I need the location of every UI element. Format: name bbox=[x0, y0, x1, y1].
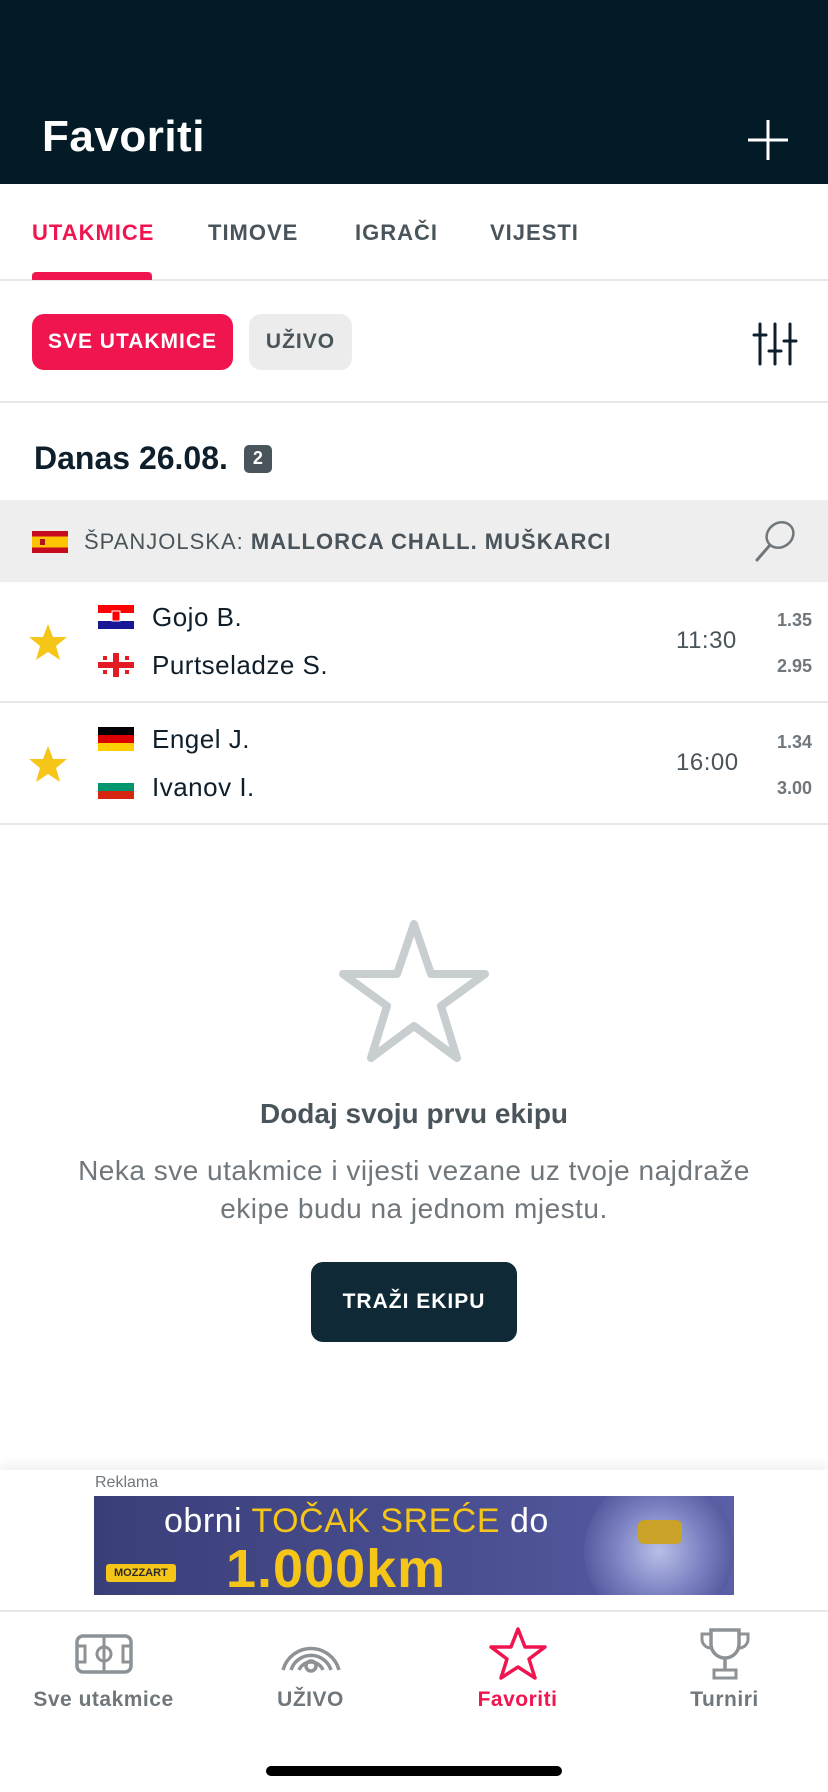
match-row[interactable]: Gojo B. Purtseladze S. 11:30 1.35 2.95 bbox=[0, 582, 828, 703]
georgia-flag-icon bbox=[98, 653, 134, 677]
match-time: 16:00 bbox=[676, 749, 739, 776]
germany-flag-icon bbox=[98, 727, 134, 751]
plus-icon[interactable] bbox=[746, 118, 790, 162]
field-icon bbox=[74, 1634, 133, 1674]
ad-banner[interactable]: obrni TOČAK SREĆE do 1.000km MOZZART bbox=[94, 1496, 734, 1595]
star-filled-icon[interactable] bbox=[28, 622, 68, 662]
nav-label: UŽIVO bbox=[277, 1688, 344, 1711]
tab-timove[interactable]: TIMOVE bbox=[208, 220, 298, 246]
croatia-flag-icon bbox=[98, 605, 134, 629]
away-odd[interactable]: 3.00 bbox=[777, 778, 812, 799]
tab-igraci[interactable]: IGRAČI bbox=[355, 220, 438, 246]
match-row[interactable]: Engel J. Ivanov I. 16:00 1.34 3.00 bbox=[0, 704, 828, 825]
spain-flag-icon bbox=[32, 531, 68, 553]
league-header[interactable]: ŠPANJOLSKA: MALLORCA CHALL. MUŠKARCI bbox=[0, 500, 828, 582]
bottom-navigation: Sve utakmice UŽIVO Favoriti Turniri bbox=[0, 1610, 828, 1792]
trophy-icon bbox=[700, 1628, 749, 1680]
ad-logo: MOZZART bbox=[106, 1564, 176, 1582]
league-name: ŠPANJOLSKA: MALLORCA CHALL. MUŠKARCI bbox=[84, 529, 612, 554]
star-outline-icon bbox=[339, 920, 489, 1062]
match-count-badge: 2 bbox=[243, 444, 272, 473]
away-player-name: Ivanov I. bbox=[152, 771, 255, 802]
star-filled-icon[interactable] bbox=[28, 744, 68, 784]
nav-favorites[interactable]: Favoriti bbox=[414, 1626, 621, 1712]
nav-all-matches[interactable]: Sve utakmice bbox=[0, 1626, 207, 1712]
home-indicator[interactable] bbox=[266, 1766, 562, 1776]
nav-tournaments[interactable]: Turniri bbox=[621, 1626, 828, 1712]
nav-label: Favoriti bbox=[477, 1688, 558, 1711]
tab-utakmice[interactable]: UTAKMICE bbox=[32, 220, 154, 246]
sliders-icon[interactable] bbox=[752, 321, 798, 367]
nav-live[interactable]: UŽIVO bbox=[207, 1626, 414, 1712]
ad-container: Reklama obrni TOČAK SREĆE do 1.000km MOZ… bbox=[0, 1470, 828, 1610]
empty-state-text: Neka sve utakmice i vijesti vezane uz tv… bbox=[78, 1155, 750, 1224]
star-icon bbox=[488, 1627, 547, 1680]
all-matches-chip[interactable]: SVE UTAKMICE bbox=[32, 314, 233, 370]
bulgaria-flag-icon bbox=[98, 775, 134, 799]
away-player: Ivanov I. bbox=[98, 772, 255, 802]
away-player-name: Purtseladze S. bbox=[152, 649, 329, 680]
tab-vijesti[interactable]: VIJESTI bbox=[490, 220, 579, 246]
home-player: Gojo B. bbox=[98, 602, 242, 632]
date-header: Danas 26.08. 2 bbox=[34, 440, 272, 477]
ad-headline: obrni TOČAK SREĆE do bbox=[164, 1502, 549, 1540]
page-title: Favoriti bbox=[42, 112, 205, 161]
tab-bar: UTAKMICE TIMOVE IGRAČI VIJESTI bbox=[0, 184, 828, 281]
app-header: Favoriti bbox=[0, 0, 828, 184]
nav-label: Sve utakmice bbox=[33, 1688, 174, 1711]
tennis-racket-icon bbox=[755, 521, 795, 562]
home-player-name: Engel J. bbox=[152, 723, 250, 754]
ad-amount: 1.000km bbox=[226, 1539, 447, 1595]
search-team-button[interactable]: TRAŽI EKIPU bbox=[311, 1262, 517, 1342]
away-player: Purtseladze S. bbox=[98, 650, 328, 680]
ad-label: Reklama bbox=[95, 1474, 159, 1491]
home-player: Engel J. bbox=[98, 724, 250, 754]
empty-state-title: Dodaj svoju prvu ekipu bbox=[259, 1098, 569, 1129]
home-odd[interactable]: 1.34 bbox=[777, 732, 812, 753]
live-chip[interactable]: UŽIVO bbox=[249, 314, 352, 370]
match-time: 11:30 bbox=[676, 627, 737, 654]
away-odd[interactable]: 2.95 bbox=[777, 656, 812, 677]
home-player-name: Gojo B. bbox=[152, 601, 243, 632]
live-icon bbox=[280, 1646, 341, 1673]
nav-label: Turniri bbox=[690, 1688, 759, 1711]
fortune-wheel-image bbox=[584, 1496, 734, 1595]
home-odd[interactable]: 1.35 bbox=[777, 610, 812, 631]
active-tab-indicator bbox=[32, 272, 152, 280]
filter-bar: SVE UTAKMICE UŽIVO bbox=[0, 281, 828, 403]
date-title: Danas 26.08. bbox=[34, 440, 228, 476]
